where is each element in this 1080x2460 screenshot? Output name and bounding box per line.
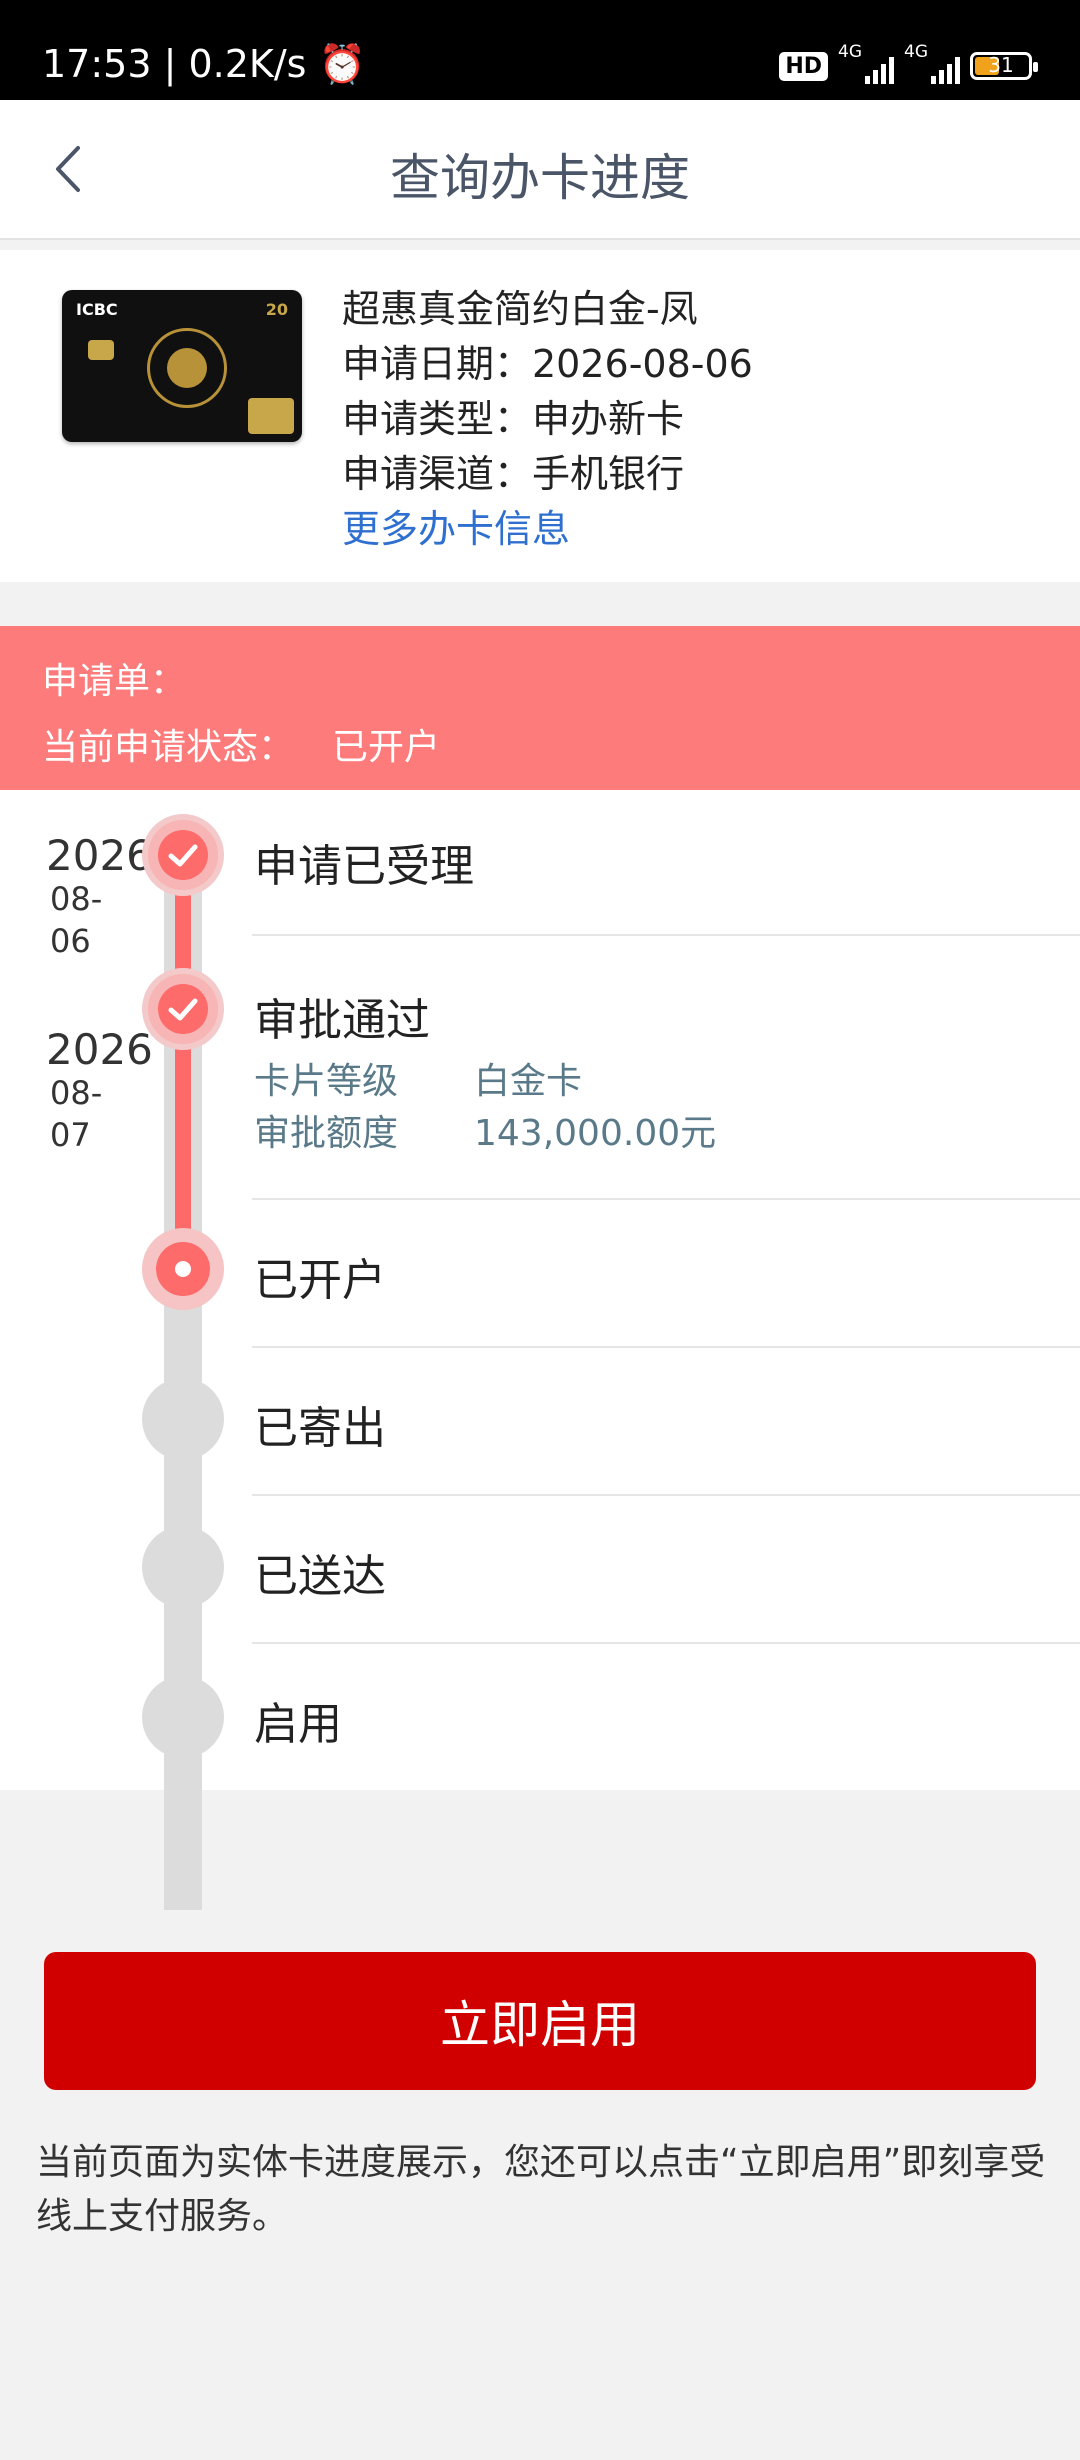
card-details: 超惠真金简约白金-凤 申请日期：2026-08-06 申请类型：申办新卡 申请渠… bbox=[342, 282, 753, 557]
card-badge: 20 bbox=[265, 300, 288, 319]
step-date: 2026 08- 07 bbox=[46, 1028, 153, 1156]
detail-row-card-level: 卡片等级 白金卡 bbox=[254, 1052, 582, 1104]
network-type-label: 4G bbox=[838, 42, 862, 62]
battery-level: 31 bbox=[988, 53, 1014, 77]
card-info-section: ICBC 20 超惠真金简约白金-凤 申请日期：2026-08-06 申请类型：… bbox=[0, 250, 1080, 582]
signal-icon-2: 4G bbox=[904, 42, 960, 84]
step-date-monthday: 08- 06 bbox=[50, 880, 103, 960]
step-done-marker bbox=[142, 814, 224, 896]
status-indicators: HD 4G 4G 31 bbox=[779, 42, 1038, 84]
battery-icon: 31 bbox=[970, 52, 1038, 80]
alarm-icon: ⏰ bbox=[318, 42, 366, 86]
application-label: 申请单： bbox=[42, 661, 187, 702]
step-date-monthday: 08- 07 bbox=[50, 1074, 103, 1154]
detail-label: 审批额度 bbox=[254, 1113, 399, 1154]
card-chip-icon bbox=[88, 340, 114, 360]
step-title: 已开户 bbox=[254, 1255, 386, 1306]
status-bar: 17:53 | 0.2K/s ⏰ HD 4G 4G 31 bbox=[0, 0, 1080, 100]
step-title: 申请已受理 bbox=[254, 841, 474, 892]
check-icon bbox=[158, 984, 208, 1034]
step-done-marker bbox=[142, 968, 224, 1050]
page-header: 查询办卡进度 bbox=[0, 100, 1080, 240]
card-logo: ICBC bbox=[76, 300, 118, 319]
step-date-year: 2026 bbox=[46, 1025, 153, 1074]
phoenix-emblem-center bbox=[167, 348, 207, 388]
detail-label: 卡片等级 bbox=[254, 1061, 399, 1102]
status-value: 已开户 bbox=[332, 727, 441, 768]
detail-value: 白金卡 bbox=[474, 1061, 583, 1102]
step-title: 已寄出 bbox=[254, 1403, 386, 1454]
detail-row-credit-limit: 审批额度 143,000.00元 bbox=[254, 1104, 716, 1156]
step-title: 审批通过 bbox=[254, 995, 430, 1046]
page-title: 查询办卡进度 bbox=[390, 149, 690, 207]
info-note: 当前页面为实体卡进度展示，您还可以点击“立即启用”即刻享受线上支付服务。 bbox=[36, 2142, 1046, 2237]
more-card-info-link[interactable]: 更多办卡信息 bbox=[342, 502, 753, 557]
current-status-row: 当前申请状态： 已开户 bbox=[42, 718, 440, 770]
status-label: 当前申请状态： bbox=[42, 727, 295, 768]
network-type-label-2: 4G bbox=[904, 42, 928, 62]
step-title: 启用 bbox=[254, 1699, 342, 1750]
step-title: 已送达 bbox=[254, 1551, 386, 1602]
status-time-speed: 17:53 | 0.2K/s ⏰ bbox=[42, 44, 366, 84]
activate-now-button[interactable]: 立即启用 bbox=[44, 1952, 1036, 2090]
detail-value: 143,000.00元 bbox=[474, 1113, 717, 1154]
step-current-marker bbox=[142, 1228, 224, 1310]
divider bbox=[252, 1346, 1080, 1348]
status-banner: 申请单： 当前申请状态： 已开户 bbox=[0, 626, 1080, 790]
step-pending-marker bbox=[142, 1526, 224, 1608]
apply-channel: 申请渠道：手机银行 bbox=[342, 452, 685, 496]
step-date: 2026 08- 06 bbox=[46, 834, 153, 962]
apply-type: 申请类型：申办新卡 bbox=[342, 397, 685, 441]
step-pending-marker bbox=[142, 1378, 224, 1460]
step-pending-marker bbox=[142, 1676, 224, 1758]
progress-timeline: 2026 08- 06 申请已受理 2026 08- 07 审批通过 卡片等级 … bbox=[0, 790, 1080, 1910]
divider bbox=[252, 1494, 1080, 1496]
divider bbox=[252, 934, 1080, 936]
check-icon bbox=[158, 830, 208, 880]
card-name: 超惠真金简约白金-凤 bbox=[342, 287, 698, 331]
hd-icon: HD bbox=[779, 51, 828, 81]
credit-card-image: ICBC 20 bbox=[62, 290, 302, 442]
divider bbox=[252, 1198, 1080, 1200]
unionpay-logo-icon bbox=[248, 398, 294, 434]
signal-icon: 4G bbox=[838, 42, 894, 84]
divider bbox=[252, 1642, 1080, 1644]
status-time-text: 17:53 | 0.2K/s bbox=[42, 42, 307, 86]
timeline-progress bbox=[175, 850, 191, 1260]
step-date-year: 2026 bbox=[46, 831, 153, 880]
apply-date: 申请日期：2026-08-06 bbox=[342, 342, 753, 386]
